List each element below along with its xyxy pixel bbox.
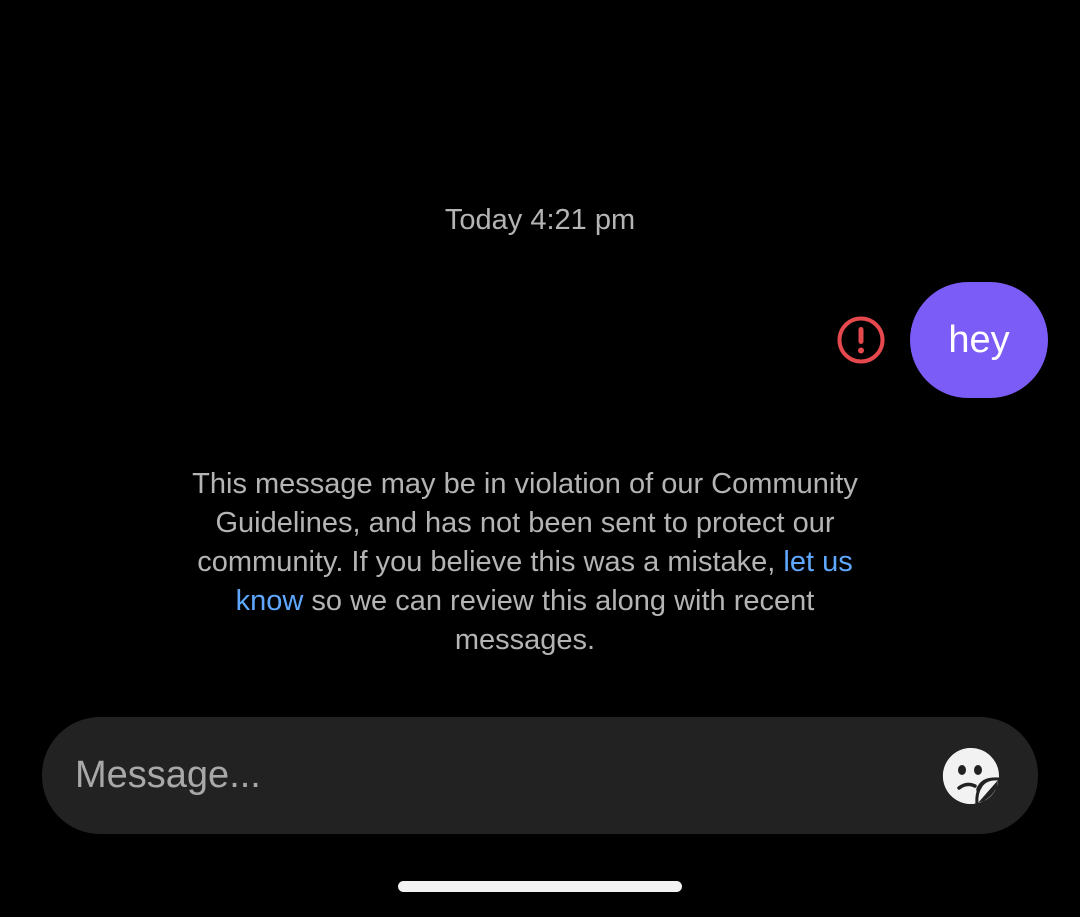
message-input[interactable] — [75, 754, 940, 797]
sticker-face-icon — [942, 747, 1000, 804]
message-bubble[interactable]: hey — [910, 282, 1048, 398]
sticker-button[interactable] — [940, 745, 1002, 807]
violation-notice-text-end: so we can review this along with recent … — [303, 585, 815, 656]
violation-notice: This message may be in violation of our … — [170, 465, 880, 660]
message-composer — [42, 717, 1038, 834]
home-indicator[interactable] — [398, 881, 682, 892]
message-timestamp: Today 4:21 pm — [444, 204, 636, 236]
violation-notice-text: This message may be in violation of our … — [192, 468, 858, 578]
outgoing-message-row: hey — [836, 282, 1048, 398]
error-exclamation-icon[interactable] — [836, 315, 886, 365]
